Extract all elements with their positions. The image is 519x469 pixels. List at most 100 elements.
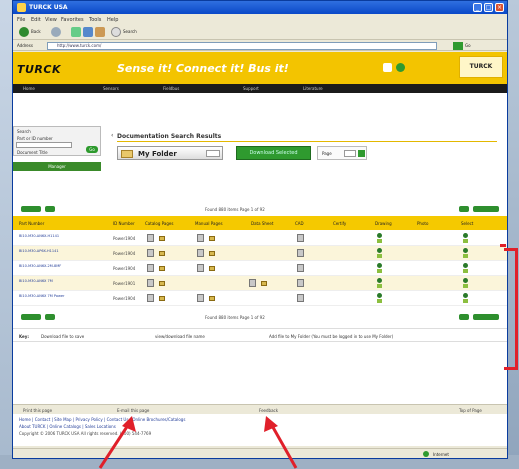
select-icon[interactable] bbox=[463, 293, 468, 298]
pdf-icon[interactable] bbox=[197, 249, 204, 257]
page-input[interactable] bbox=[344, 150, 356, 157]
cad-icon[interactable] bbox=[297, 249, 304, 257]
search-label[interactable]: Search bbox=[123, 29, 137, 34]
folder-add-icon[interactable] bbox=[261, 281, 267, 286]
cad-icon[interactable] bbox=[297, 264, 304, 272]
pdf-icon[interactable] bbox=[147, 234, 154, 242]
select-add-icon[interactable] bbox=[463, 299, 468, 303]
part-number-link[interactable]: BI10-M30-AN6X 7M Power bbox=[19, 294, 65, 298]
part-number-link[interactable]: BI10-M30-AP6X-H1141 bbox=[19, 249, 59, 253]
maximize-button[interactable]: □ bbox=[484, 3, 493, 12]
drawing-icon[interactable] bbox=[377, 233, 382, 238]
search-go-button[interactable]: Go bbox=[86, 146, 98, 153]
drawing-add-icon[interactable] bbox=[377, 239, 382, 243]
close-button[interactable]: × bbox=[495, 3, 504, 12]
turck-logo[interactable]: TURCK bbox=[17, 63, 61, 76]
folder-add-icon[interactable] bbox=[209, 251, 215, 256]
prev-button-bottom[interactable] bbox=[21, 314, 41, 320]
folder-add-icon[interactable] bbox=[159, 266, 165, 271]
cad-icon[interactable] bbox=[297, 294, 304, 302]
chevron-left-icon[interactable]: ‹ bbox=[111, 132, 113, 139]
pdf-icon[interactable] bbox=[147, 294, 154, 302]
menu-file[interactable]: File bbox=[17, 17, 25, 23]
back-icon[interactable] bbox=[19, 27, 29, 37]
drawing-add-icon[interactable] bbox=[377, 299, 382, 303]
minimize-button[interactable]: _ bbox=[473, 3, 482, 12]
pdf-icon[interactable] bbox=[147, 264, 154, 272]
refresh-icon[interactable] bbox=[83, 27, 93, 37]
address-input[interactable]: http://www.turck.com/ bbox=[47, 42, 437, 50]
select-icon[interactable] bbox=[463, 278, 468, 283]
go-label[interactable]: Go bbox=[465, 43, 471, 48]
drawing-add-icon[interactable] bbox=[377, 254, 382, 258]
print-page-link[interactable]: Print this page bbox=[23, 408, 52, 413]
prev-button-top[interactable] bbox=[21, 206, 41, 212]
cart-icon[interactable] bbox=[383, 63, 392, 72]
view-button-top[interactable] bbox=[459, 206, 469, 212]
select-add-icon[interactable] bbox=[463, 284, 468, 288]
nav-sensors[interactable]: Sensors bbox=[103, 86, 119, 91]
folder-add-icon[interactable] bbox=[209, 236, 215, 241]
part-number-input[interactable] bbox=[16, 142, 72, 148]
my-folder-button[interactable]: My Folder bbox=[117, 146, 223, 160]
col-id-number[interactable]: ID Number bbox=[113, 221, 135, 226]
folder-add-icon[interactable] bbox=[209, 266, 215, 271]
select-add-icon[interactable] bbox=[463, 269, 468, 273]
cad-icon[interactable] bbox=[297, 234, 304, 242]
menu-view[interactable]: View bbox=[45, 17, 57, 23]
drawing-add-icon[interactable] bbox=[377, 284, 382, 288]
select-icon[interactable] bbox=[463, 248, 468, 253]
nav-support[interactable]: Support bbox=[243, 86, 259, 91]
drawing-icon[interactable] bbox=[377, 263, 382, 268]
nav-fieldbus[interactable]: Fieldbus bbox=[163, 86, 179, 91]
menu-tools[interactable]: Tools bbox=[89, 17, 101, 23]
pdf-icon[interactable] bbox=[197, 234, 204, 242]
nav-literature[interactable]: Literature bbox=[303, 86, 323, 91]
menu-edit[interactable]: Edit bbox=[31, 17, 41, 23]
view-button-bottom[interactable] bbox=[459, 314, 469, 320]
select-icon[interactable] bbox=[463, 263, 468, 268]
download-selected-button[interactable]: Download Selected bbox=[236, 146, 311, 160]
datasheet-icon[interactable] bbox=[249, 279, 256, 287]
menu-help[interactable]: Help bbox=[107, 17, 118, 23]
folder-add-icon[interactable] bbox=[159, 281, 165, 286]
drawing-add-icon[interactable] bbox=[377, 269, 382, 273]
select-all-button-bottom[interactable] bbox=[473, 314, 499, 320]
drawing-icon[interactable] bbox=[377, 293, 382, 298]
part-number-link[interactable]: BI10-M30-AN6X-2M-8MF bbox=[19, 264, 61, 268]
select-add-icon[interactable] bbox=[463, 239, 468, 243]
folder-add-icon[interactable] bbox=[209, 296, 215, 301]
col-part-number[interactable]: Part Number bbox=[19, 221, 44, 226]
page-go-button[interactable] bbox=[358, 150, 365, 157]
top-of-page-link[interactable]: Top of Page bbox=[459, 408, 482, 413]
folder-add-icon[interactable] bbox=[159, 251, 165, 256]
next-button-top[interactable] bbox=[45, 206, 55, 212]
select-icon[interactable] bbox=[463, 233, 468, 238]
part-number-link[interactable]: BI10-M30-AN6X 7M bbox=[19, 279, 53, 283]
menu-favorites[interactable]: Favorites bbox=[61, 17, 84, 23]
pdf-icon[interactable] bbox=[147, 249, 154, 257]
drawing-icon[interactable] bbox=[377, 278, 382, 283]
cad-icon[interactable] bbox=[297, 279, 304, 287]
go-icon[interactable] bbox=[453, 42, 463, 50]
search-icon[interactable] bbox=[111, 27, 121, 37]
folder-select[interactable] bbox=[206, 150, 220, 157]
globe-icon[interactable] bbox=[396, 63, 405, 72]
select-all-button-top[interactable] bbox=[473, 206, 499, 212]
folder-add-icon[interactable] bbox=[159, 296, 165, 301]
nav-home[interactable]: Home bbox=[23, 86, 35, 91]
forward-icon[interactable] bbox=[51, 27, 61, 37]
folder-add-icon[interactable] bbox=[159, 236, 165, 241]
drawing-icon[interactable] bbox=[377, 248, 382, 253]
stop-icon[interactable] bbox=[71, 27, 81, 37]
pdf-icon[interactable] bbox=[197, 264, 204, 272]
select-add-icon[interactable] bbox=[463, 254, 468, 258]
pdf-icon[interactable] bbox=[197, 294, 204, 302]
home-icon[interactable] bbox=[95, 27, 105, 37]
pdf-icon[interactable] bbox=[147, 279, 154, 287]
back-label[interactable]: Back bbox=[31, 29, 41, 34]
part-number-link[interactable]: BI10-M30-AN6X-H1141 bbox=[19, 234, 59, 238]
page-selector[interactable]: Page bbox=[317, 146, 367, 160]
next-button-bottom[interactable] bbox=[45, 314, 55, 320]
manager-button[interactable]: Manager bbox=[13, 162, 101, 171]
